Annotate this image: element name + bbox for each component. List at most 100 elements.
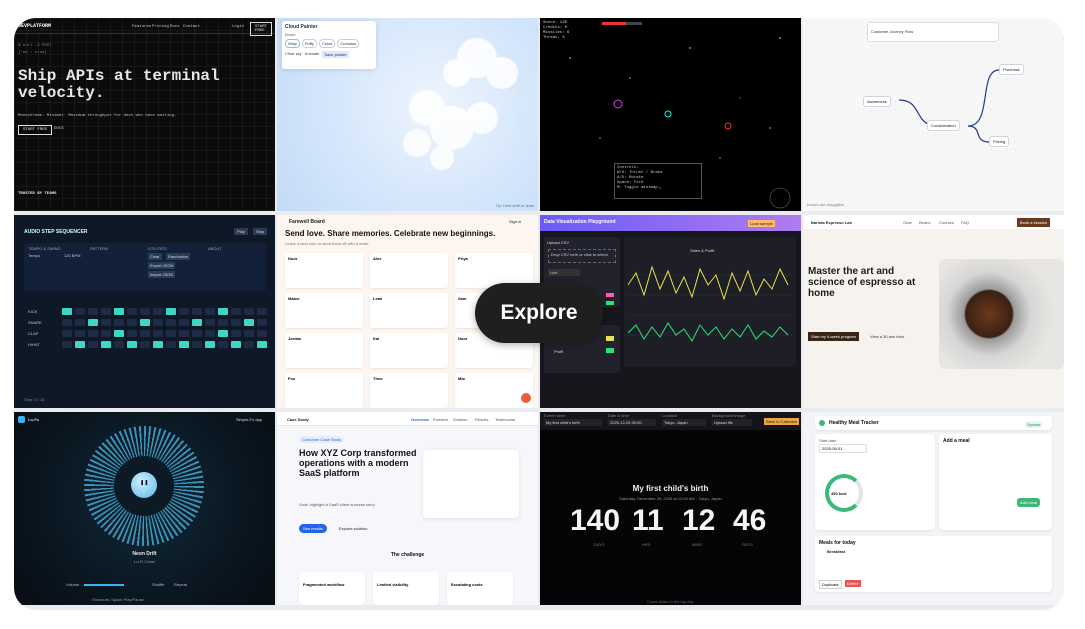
explore-button[interactable]: Explore [475, 283, 603, 343]
t12-start-input[interactable]: 2025-06-01 [819, 444, 867, 453]
t8-brand[interactable]: Barista Espresso Lab [811, 220, 852, 225]
tile-meal-tracker[interactable]: Healthy Meal Tracker Synced Start date 2… [803, 412, 1064, 605]
t9-top-right[interactable]: Simple-Fo app [236, 417, 262, 422]
t7-drop-zone[interactable]: Drop CSV here or click to select [548, 249, 616, 263]
seq-step[interactable] [179, 319, 189, 326]
t1-login-link[interactable]: Login [232, 25, 244, 29]
tile-cloud-painter[interactable]: Cloud Painter Brush Wisp Puffy Cloud Cum… [277, 18, 538, 211]
seq-step[interactable] [140, 341, 150, 348]
seq-step[interactable] [244, 308, 254, 315]
seq-step[interactable] [231, 330, 241, 337]
seq-step[interactable] [205, 330, 215, 337]
seq-step[interactable] [88, 308, 98, 315]
seq-step[interactable] [88, 341, 98, 348]
seq-step[interactable] [192, 308, 202, 315]
farewell-card[interactable]: Mia [455, 373, 533, 408]
seq-step[interactable] [244, 341, 254, 348]
seq-step[interactable] [192, 330, 202, 337]
t11-date-input[interactable]: 2025-12-25 00:00 [608, 419, 656, 426]
t10-see-results-button[interactable]: See results [299, 524, 328, 533]
seq-step[interactable] [231, 341, 241, 348]
seq-step[interactable] [140, 319, 150, 326]
t7-load-sample-button[interactable]: Load sample [748, 220, 775, 227]
t7-series-profit[interactable]: Profit [554, 349, 563, 354]
tile-case-study[interactable]: Case Study Overview Problem Solution Res… [277, 412, 538, 605]
t8-nav-gear[interactable]: Gear [903, 220, 912, 225]
t10-tab-results[interactable]: Results [475, 417, 488, 422]
seq-step[interactable] [257, 330, 267, 337]
seq-step[interactable] [62, 341, 72, 348]
t8-primary-button[interactable]: Start my 4-week program [808, 332, 859, 341]
seq-step[interactable] [153, 341, 163, 348]
seq-step[interactable] [153, 330, 163, 337]
t1-primary-button[interactable]: START FREE [18, 125, 53, 135]
seq-step[interactable] [218, 308, 228, 315]
tile-flow-diagram[interactable]: Customer Journey Flow Awareness Consider… [803, 18, 1064, 211]
t7-profit-swatch[interactable] [606, 348, 614, 353]
t1-nav-pricing[interactable]: Pricing [152, 25, 169, 29]
seq-step[interactable] [218, 319, 228, 326]
farewell-card[interactable]: Theo [370, 373, 448, 408]
seq-step[interactable] [205, 341, 215, 348]
t7-line-chart[interactable] [628, 255, 792, 355]
farewell-card[interactable]: Fox [285, 373, 363, 408]
seq-step[interactable] [62, 308, 72, 315]
t11-background-input[interactable]: Upload file [712, 419, 752, 426]
seq-step[interactable] [218, 330, 228, 337]
t7-chart-type-select[interactable]: Line [548, 269, 580, 276]
seq-step[interactable] [257, 341, 267, 348]
t9-shuffle-button[interactable]: Shuffle [152, 582, 164, 587]
seq-step[interactable] [205, 308, 215, 315]
t1-start-free-button[interactable]: START FREE [250, 22, 272, 36]
seq-step[interactable] [75, 308, 85, 315]
seq-step[interactable] [88, 319, 98, 326]
farewell-card[interactable]: Jordan [285, 333, 363, 368]
t9-repeat-button[interactable]: Repeat [174, 582, 187, 587]
tile-terminal-api[interactable]: DEVPLATFORM Features Pricing Docs Contac… [14, 18, 275, 211]
seq-step[interactable] [140, 330, 150, 337]
seq-step[interactable] [153, 319, 163, 326]
t6-brand[interactable]: Farewell Board [289, 219, 325, 225]
tile-countdown[interactable]: Event name Date & time Location Backgrou… [540, 412, 801, 605]
tile-espresso[interactable]: Barista Espresso Lab Gear Beans Courses … [803, 215, 1064, 408]
seq-step[interactable] [218, 341, 228, 348]
t11-event-input[interactable]: My first child's birth [544, 419, 602, 426]
farewell-card[interactable]: Alex [370, 253, 448, 288]
t4-node-purchase[interactable]: Purchase [999, 64, 1024, 75]
seq-step[interactable] [75, 341, 85, 348]
seq-step[interactable] [75, 330, 85, 337]
seq-step[interactable] [114, 319, 124, 326]
t11-save-button[interactable]: Save to Calendar [764, 418, 799, 425]
t1-logo[interactable]: DEVPLATFORM [18, 23, 51, 29]
t1-docs-button[interactable]: DOCS [54, 127, 64, 131]
seq-step[interactable] [101, 319, 111, 326]
t10-explore-solution-button[interactable]: Explore solution [335, 524, 371, 533]
seq-step[interactable] [244, 319, 254, 326]
t10-tab-problem[interactable]: Problem [433, 417, 448, 422]
t12-duplicate-button[interactable]: Duplicate [819, 580, 842, 589]
farewell-card[interactable]: Kai [370, 333, 448, 368]
seq-step[interactable] [166, 341, 176, 348]
t8-nav-courses[interactable]: Courses [939, 220, 954, 225]
seq-step[interactable] [179, 341, 189, 348]
seq-step[interactable] [192, 341, 202, 348]
t9-pause-button[interactable]: ❚❚ [131, 472, 157, 498]
t9-volume-slider[interactable] [84, 584, 124, 586]
t12-delete-button[interactable]: Delete [845, 580, 861, 587]
tile-space-game[interactable]: Score: 120 Credits: 0 Missiles: 6 Threat… [540, 18, 801, 211]
tile-step-sequencer[interactable]: AUDIO STEP SEQUENCER Play Stop TEMPO & S… [14, 215, 275, 408]
seq-step[interactable] [62, 319, 72, 326]
t5-play-button[interactable]: Play [234, 228, 248, 235]
seq-step[interactable] [114, 330, 124, 337]
seq-step[interactable] [101, 308, 111, 315]
seq-step[interactable] [88, 330, 98, 337]
t11-location-input[interactable]: Tokyo, Japan [662, 419, 706, 426]
seq-step[interactable] [166, 319, 176, 326]
seq-step[interactable] [179, 330, 189, 337]
farewell-card[interactable]: Mateo [285, 293, 363, 328]
t9-brand[interactable]: Lo-Fo [28, 417, 39, 422]
seq-step[interactable] [153, 308, 163, 315]
t10-tab-solution[interactable]: Solution [453, 417, 467, 422]
t7-swatch-green[interactable] [606, 301, 614, 305]
farewell-card[interactable]: Leah [370, 293, 448, 328]
